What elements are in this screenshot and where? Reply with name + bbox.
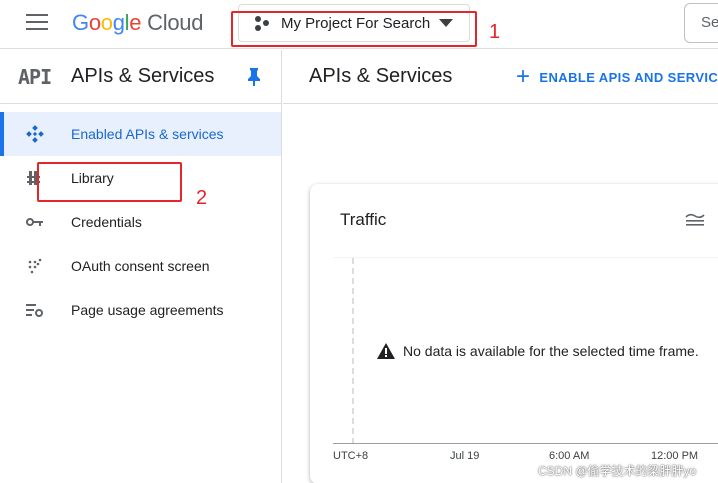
main-header: APIs & Services + ENABLE APIS AND SERVIC…: [283, 50, 718, 104]
logo-letter: o: [100, 10, 113, 35]
plus-icon: +: [516, 63, 531, 90]
top-bar: Google Cloud My Project For Search Se: [0, 0, 718, 49]
x-axis-tick-label: 12:00 PM: [651, 450, 699, 462]
project-selector[interactable]: My Project For Search: [238, 4, 470, 42]
apis-diamond-icon: [26, 125, 44, 143]
logo-letter: g: [112, 10, 125, 35]
annotation-number-2: 2: [196, 187, 208, 209]
warning-icon: [377, 343, 395, 359]
enable-apis-button[interactable]: + ENABLE APIS AND SERVICES: [516, 64, 718, 90]
traffic-card: Traffic No data is available for the sel…: [310, 184, 718, 483]
sidebar-item-oauth-consent[interactable]: OAuth consent screen: [0, 244, 281, 288]
enable-apis-label: ENABLE APIS AND SERVICES: [539, 69, 718, 85]
sidebar-item-page-usage[interactable]: Page usage agreements: [0, 288, 281, 332]
sidebar-item-label: OAuth consent screen: [71, 258, 210, 274]
main-menu-icon[interactable]: [26, 14, 48, 32]
sidebar-item-label: Library: [71, 170, 114, 186]
logo-product: Cloud: [147, 10, 204, 35]
pin-icon[interactable]: [247, 68, 261, 86]
api-badge-icon: API: [18, 65, 52, 89]
x-axis-line: [333, 443, 718, 444]
google-cloud-logo[interactable]: Google Cloud: [72, 10, 203, 36]
no-data-text: No data is available for the selected ti…: [403, 343, 699, 359]
oauth-dots-icon: [26, 257, 44, 275]
logo-letter: e: [129, 10, 142, 35]
sidebar-item-library[interactable]: Library: [0, 156, 281, 200]
current-time-marker: [352, 258, 354, 444]
page-title: APIs & Services: [309, 65, 453, 87]
left-sidebar: API APIs & Services Enabled APIs & servi…: [0, 50, 282, 483]
logo-letter: o: [88, 10, 101, 35]
legend-toggle-icon[interactable]: [685, 211, 705, 227]
chevron-down-icon: [439, 19, 453, 27]
x-axis-tick-label: 6:00 AM: [549, 450, 590, 462]
project-hierarchy-icon: [253, 14, 271, 32]
sidebar-item-enabled-apis[interactable]: Enabled APIs & services: [0, 112, 281, 156]
logo-letter: G: [72, 10, 89, 35]
watermark: CSDN @偷学技术的梁胖胖yo: [538, 464, 697, 478]
search-input[interactable]: Se: [684, 3, 718, 43]
no-data-message: No data is available for the selected ti…: [377, 343, 699, 359]
project-name: My Project For Search: [281, 14, 431, 32]
x-axis-tick-label: Jul 19: [450, 450, 480, 462]
annotation-number-1: 1: [489, 21, 501, 43]
sidebar-header: API APIs & Services: [0, 50, 281, 104]
key-icon: [26, 213, 44, 231]
sidebar-title: APIs & Services: [71, 65, 215, 87]
sidebar-item-label: Credentials: [71, 214, 142, 230]
settings-list-icon: [26, 301, 44, 319]
sidebar-item-label: Enabled APIs & services: [71, 126, 224, 142]
library-icon: [26, 169, 44, 187]
card-title: Traffic: [340, 210, 387, 229]
x-axis-tick-label: UTC+8: [333, 450, 369, 462]
sidebar-item-credentials[interactable]: Credentials: [0, 200, 281, 244]
sidebar-item-label: Page usage agreements: [71, 302, 224, 318]
chart-area: No data is available for the selected ti…: [333, 257, 718, 444]
